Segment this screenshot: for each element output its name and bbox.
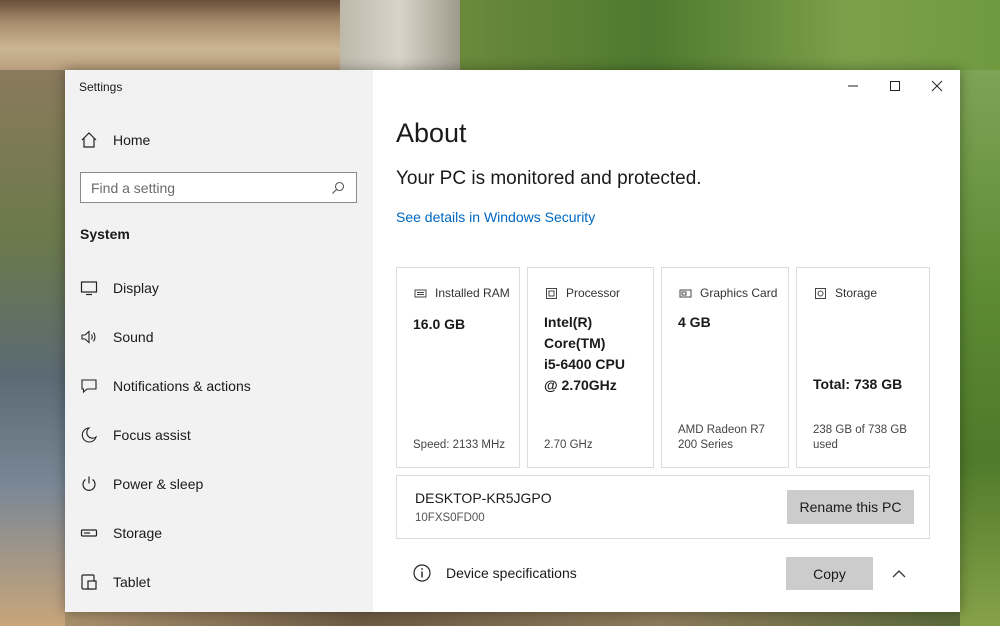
- sidebar-item-storage[interactable]: Storage: [79, 521, 359, 545]
- gpu-icon: [678, 286, 692, 300]
- close-icon: [931, 80, 943, 92]
- wallpaper-castle: [0, 0, 360, 70]
- notification-icon: [79, 376, 99, 396]
- wallpaper-right: [960, 70, 1000, 626]
- storage-card: Storage Total: 738 GB 238 GB of 738 GB u…: [796, 267, 930, 468]
- card-sub-line: AMD Radeon R7: [678, 424, 765, 436]
- monitor-icon: [79, 278, 99, 298]
- sidebar-item-label: Notifications & actions: [113, 378, 251, 394]
- drive-icon: [79, 523, 99, 543]
- sidebar-item-notifications[interactable]: Notifications & actions: [79, 374, 359, 398]
- window-title: Settings: [79, 80, 123, 94]
- sidebar-item-label: Storage: [113, 525, 163, 541]
- pc-name: DESKTOP-KR5JGPO: [415, 490, 552, 506]
- sidebar-item-label: Focus assist: [113, 427, 191, 443]
- power-icon: [79, 474, 99, 494]
- ram-card: Installed RAM 16.0 GB Speed: 2133 MHz: [396, 267, 520, 468]
- rename-pc-button[interactable]: Rename this PC: [787, 490, 914, 524]
- sidebar-item-label: Tablet: [113, 574, 151, 590]
- card-value: 4 GB: [678, 314, 711, 330]
- nav-home-label: Home: [113, 132, 151, 148]
- sidebar: Settings Home Find a setting System Disp…: [65, 70, 373, 612]
- settings-window: Settings Home Find a setting System Disp…: [65, 70, 960, 612]
- info-icon: [412, 563, 432, 583]
- card-label: Processor: [566, 286, 621, 300]
- sidebar-item-display[interactable]: Display: [79, 276, 359, 300]
- pc-name-panel: DESKTOP-KR5JGPO 10FXS0FD00 Rename this P…: [396, 475, 930, 539]
- storage-icon: [813, 286, 827, 300]
- spec-cards: Installed RAM 16.0 GB Speed: 2133 MHz Pr…: [396, 267, 930, 468]
- search-icon[interactable]: [328, 178, 348, 198]
- minimize-button[interactable]: [831, 70, 875, 102]
- sidebar-item-power-sleep[interactable]: Power & sleep: [79, 472, 359, 496]
- nav-list: Display Sound Notifications & actions Fo…: [79, 276, 359, 619]
- close-button[interactable]: [915, 70, 959, 102]
- ram-icon: [413, 286, 427, 300]
- wallpaper-left: [0, 70, 65, 626]
- windows-security-link[interactable]: See details in Windows Security: [396, 209, 595, 225]
- card-sub: Speed: 2133 MHz: [413, 439, 506, 451]
- card-label: Graphics Card: [700, 286, 778, 300]
- card-value-line: Intel(R): [544, 314, 593, 330]
- card-sub-line: 200 Series: [678, 439, 733, 451]
- card-sub-line: used: [813, 439, 838, 451]
- sidebar-item-label: Power & sleep: [113, 476, 204, 492]
- sidebar-item-label: Display: [113, 280, 159, 296]
- card-value: Total: 738 GB: [813, 376, 903, 392]
- graphics-card: Graphics Card 4 GB AMD Radeon R7 200 Ser…: [661, 267, 789, 468]
- card-value: 16.0 GB: [413, 316, 466, 332]
- sidebar-item-tablet[interactable]: Tablet: [79, 570, 359, 594]
- main-content: About Your PC is monitored and protected…: [373, 70, 960, 612]
- card-sub-line: 238 GB of 738 GB: [813, 424, 907, 436]
- maximize-button[interactable]: [873, 70, 917, 102]
- home-icon: [79, 130, 99, 150]
- page-title: About: [396, 118, 467, 148]
- wallpaper-cliff: [340, 0, 460, 70]
- card-sub: 2.70 GHz: [544, 439, 593, 451]
- maximize-icon: [890, 81, 900, 91]
- processor-card: Processor Intel(R) Core(TM) i5-6400 CPU …: [527, 267, 654, 468]
- sidebar-item-focus-assist[interactable]: Focus assist: [79, 423, 359, 447]
- minimize-icon: [848, 85, 858, 87]
- copy-button[interactable]: Copy: [786, 557, 873, 590]
- sidebar-item-sound[interactable]: Sound: [79, 325, 359, 349]
- nav-home[interactable]: Home: [79, 128, 150, 152]
- tablet-icon: [79, 572, 99, 592]
- moon-icon: [79, 425, 99, 445]
- device-specifications-label: Device specifications: [446, 565, 577, 581]
- device-specifications-row: Device specifications Copy: [396, 557, 930, 591]
- protection-status: Your PC is monitored and protected.: [396, 168, 702, 189]
- search-input[interactable]: Find a setting: [80, 172, 357, 203]
- cpu-icon: [544, 286, 558, 300]
- pc-model-id: 10FXS0FD00: [415, 512, 485, 524]
- speaker-icon: [79, 327, 99, 347]
- search-placeholder: Find a setting: [91, 179, 176, 196]
- section-title-system: System: [80, 226, 130, 242]
- card-value-line: @ 2.70GHz: [544, 377, 617, 393]
- card-value-line: i5-6400 CPU: [544, 356, 625, 372]
- chevron-up-icon[interactable]: [888, 563, 910, 585]
- card-value-line: Core(TM): [544, 335, 606, 351]
- card-label: Storage: [835, 286, 878, 300]
- sidebar-item-label: Sound: [113, 329, 154, 345]
- card-label: Installed RAM: [435, 286, 510, 300]
